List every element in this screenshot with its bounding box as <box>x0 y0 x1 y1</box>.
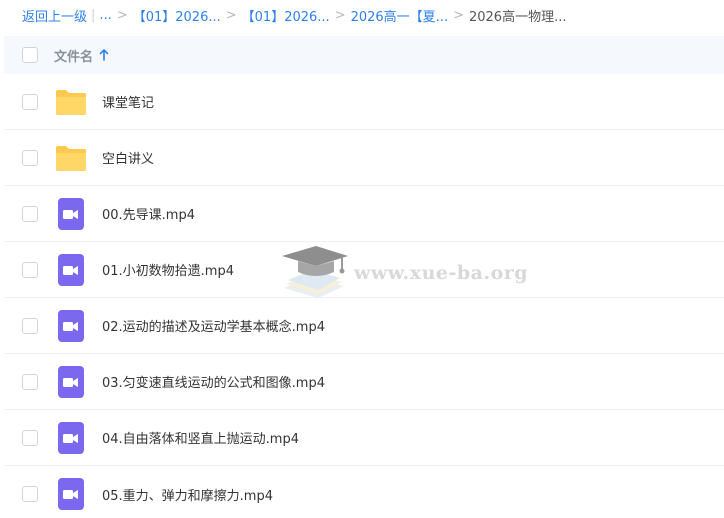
row-checkbox[interactable] <box>22 149 38 166</box>
video-file-icon <box>53 308 89 344</box>
list-item[interactable]: 02.运动的描述及运动学基本概念.mp4 <box>4 298 724 354</box>
file-name: 空白讲义 <box>102 152 155 167</box>
file-name: 01.小初数物拾遗.mp4 <box>102 264 234 279</box>
chevron-right-icon: > <box>225 7 237 23</box>
breadcrumb-item[interactable]: 【01】2026... <box>242 6 330 25</box>
row-checkbox[interactable] <box>22 429 38 446</box>
list-item[interactable]: 01.小初数物拾遗.mp4 <box>4 242 724 298</box>
video-file-icon <box>53 364 89 400</box>
column-label: 文件名 <box>54 49 94 65</box>
video-file-icon <box>53 252 89 288</box>
file-name: 04.自由落体和竖直上抛运动.mp4 <box>102 432 299 447</box>
list-header: 文件名 <box>4 36 724 74</box>
list-item[interactable]: 00.先导课.mp4 <box>4 186 724 242</box>
file-name: 03.匀变速直线运动的公式和图像.mp4 <box>102 376 325 391</box>
row-checkbox[interactable] <box>22 93 38 110</box>
list-item[interactable]: 课堂笔记 <box>4 74 724 130</box>
file-name: 课堂笔记 <box>102 96 155 111</box>
breadcrumb-item[interactable]: 2026高一【夏... <box>351 6 448 25</box>
breadcrumb-divider: | <box>91 7 96 23</box>
list-item[interactable]: 05.重力、弹力和摩擦力.mp4 <box>4 466 724 518</box>
row-checkbox[interactable] <box>22 486 38 502</box>
sort-ascending-icon <box>99 49 109 61</box>
video-file-icon <box>53 476 89 512</box>
breadcrumb: 返回上一级 | ... > 【01】2026... > 【01】2026... … <box>0 0 724 30</box>
video-file-icon <box>53 196 89 232</box>
back-link[interactable]: 返回上一级 <box>22 6 87 25</box>
row-checkbox[interactable] <box>22 261 38 278</box>
file-name: 05.重力、弹力和摩擦力.mp4 <box>102 488 273 504</box>
chevron-right-icon: > <box>453 7 464 23</box>
list-item[interactable]: 空白讲义 <box>4 130 724 186</box>
chevron-right-icon: > <box>334 7 346 23</box>
file-name: 00.先导课.mp4 <box>102 208 195 223</box>
row-checkbox[interactable] <box>22 205 38 222</box>
breadcrumb-current: 2026高一物理... <box>468 9 567 25</box>
folder-icon <box>53 140 89 176</box>
list-item[interactable]: 03.匀变速直线运动的公式和图像.mp4 <box>4 354 724 410</box>
list-item[interactable]: 04.自由落体和竖直上抛运动.mp4 <box>4 410 724 466</box>
chevron-right-icon: > <box>116 7 128 23</box>
breadcrumb-item[interactable]: 【01】2026... <box>133 6 221 25</box>
file-list: 课堂笔记 空白讲义 00.先导课.mp4 01.小初数物拾遗.mp4 02.运动… <box>4 74 724 518</box>
folder-icon <box>53 84 89 120</box>
breadcrumb-ellipsis[interactable]: ... <box>99 8 111 23</box>
file-name: 02.运动的描述及运动学基本概念.mp4 <box>102 320 325 335</box>
filename-column-header[interactable]: 文件名 <box>54 46 109 65</box>
file-browser: 返回上一级 | ... > 【01】2026... > 【01】2026... … <box>0 0 724 518</box>
row-checkbox[interactable] <box>22 317 38 334</box>
video-file-icon <box>53 420 89 456</box>
select-all-checkbox[interactable] <box>22 47 38 63</box>
row-checkbox[interactable] <box>22 373 38 390</box>
